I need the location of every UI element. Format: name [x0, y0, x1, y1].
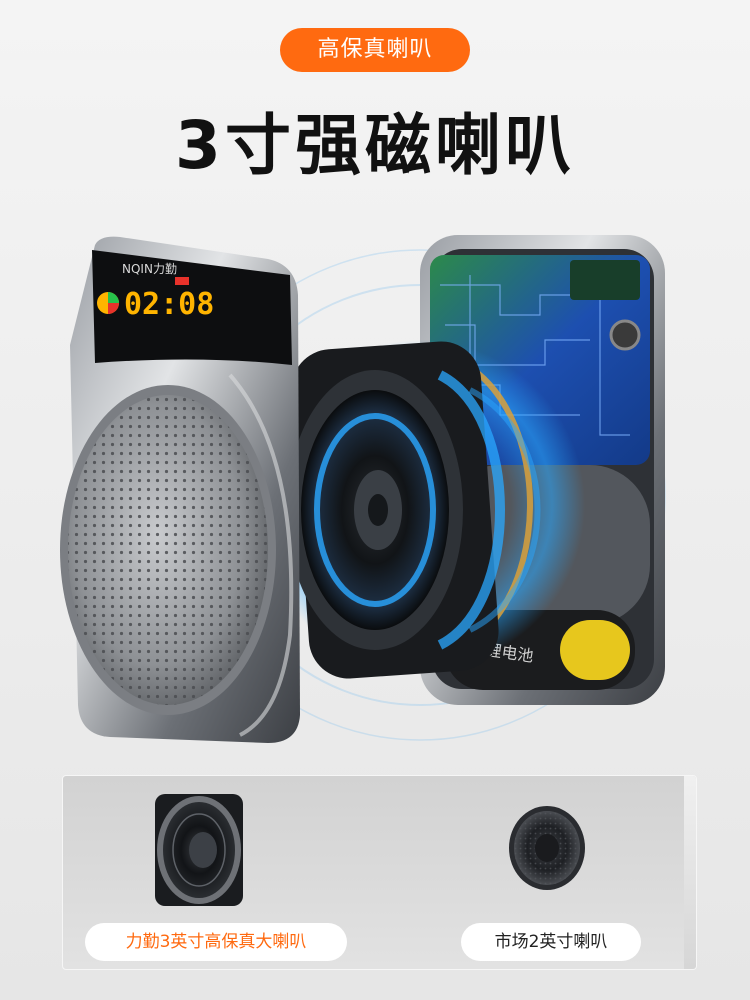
page-title: 3寸强磁喇叭 — [175, 107, 575, 184]
speaker-comparison-panel: 力勤3英寸高保真大喇叭 市场2英寸喇叭 — [62, 775, 697, 970]
clock-display: 02:08 — [124, 287, 214, 322]
promo-badge: 高保真喇叭 — [280, 28, 470, 72]
brand-logo: NQIN力勤 — [122, 262, 177, 276]
panel-edge — [684, 776, 696, 969]
our-speaker-label: 力勤3英寸高保真大喇叭 — [85, 923, 347, 961]
market-2inch-speaker-image — [509, 806, 585, 890]
our-3inch-speaker-image — [155, 794, 243, 906]
speaker-hero-illustration: 锂电池 NQIN力勤 02:08 — [60, 235, 666, 743]
speaker-front: NQIN力勤 02:08 — [60, 236, 300, 743]
market-speaker-label: 市场2英寸喇叭 — [461, 923, 641, 961]
